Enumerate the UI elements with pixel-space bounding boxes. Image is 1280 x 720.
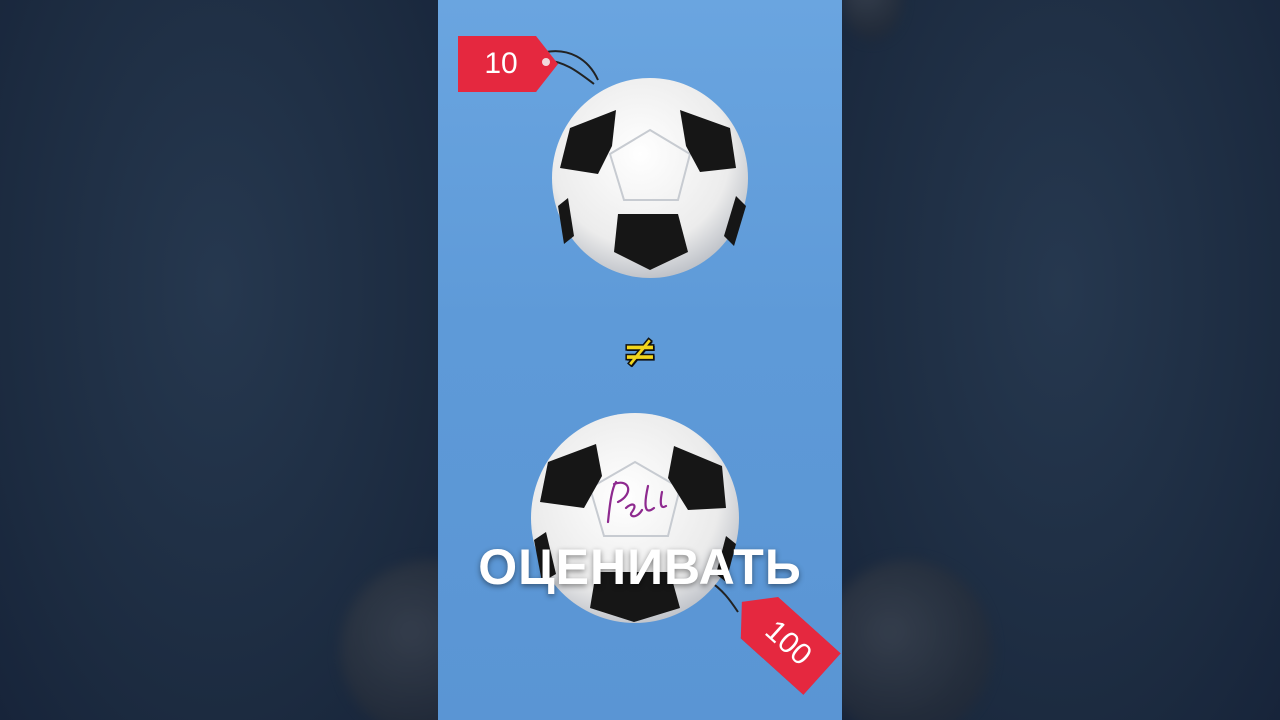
caption-text: ОЦЕНИВАТЬ bbox=[478, 539, 802, 595]
left-blurred-backdrop bbox=[0, 0, 438, 720]
soccer-ball-icon bbox=[552, 78, 748, 278]
not-equal-icon: ≠ bbox=[621, 326, 659, 377]
price-tag-top-value: 10 bbox=[484, 47, 518, 80]
video-frame: 10 ≠ ОЦЕНИВАТЬ 100 bbox=[438, 0, 842, 720]
right-blurred-backdrop bbox=[842, 0, 1280, 720]
price-tag-hole bbox=[542, 58, 550, 66]
